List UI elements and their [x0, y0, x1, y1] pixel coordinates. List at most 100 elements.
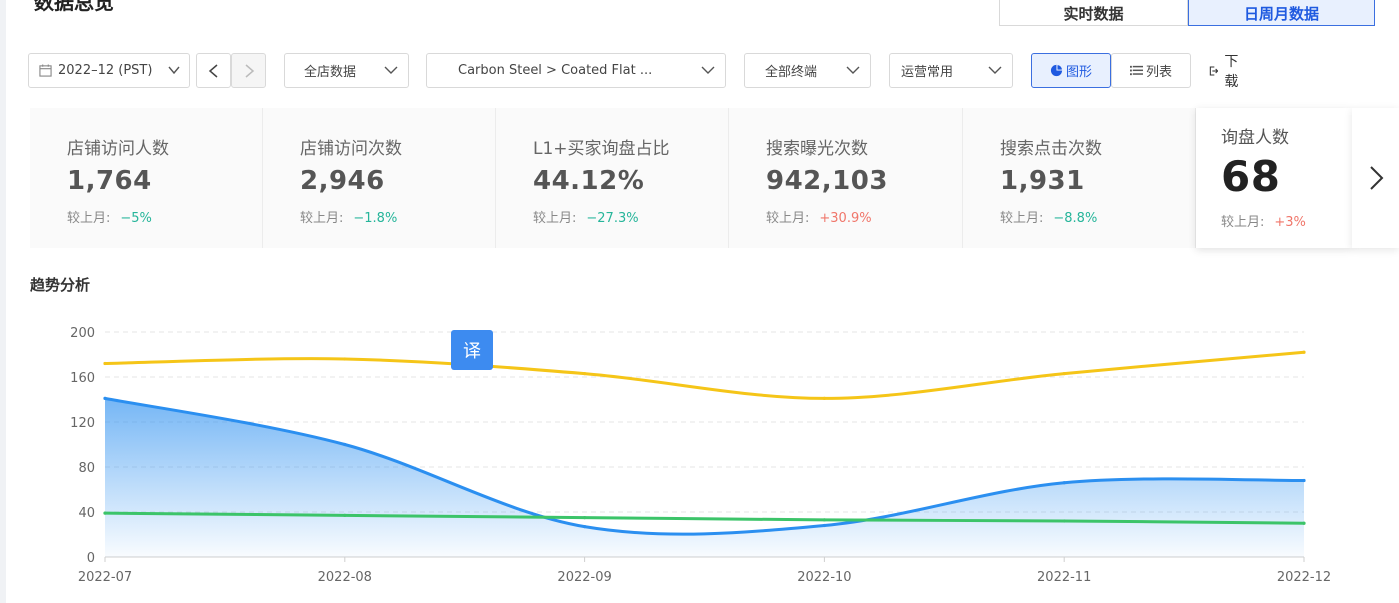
data-point-2-3: [822, 518, 827, 522]
data-point-0-1: [343, 357, 347, 361]
chevron-down-icon: [846, 66, 860, 74]
data-point-0-4: [1062, 372, 1066, 376]
kpi-value: 942,103: [766, 166, 888, 196]
pie-chart-icon: [1050, 64, 1063, 77]
date-value: 2022–12 (PST): [58, 63, 153, 78]
y-tick-label: 40: [78, 506, 95, 521]
category-filter-select[interactable]: Carbon Steel > Coated Flat ...: [426, 53, 726, 88]
x-tick-label: 2022-11: [1037, 570, 1091, 585]
kpi-change: −1.8%: [353, 211, 398, 226]
calendar-icon: [39, 64, 52, 77]
data-point-2-2: [583, 516, 587, 520]
kpi-compare: 较上月: −1.8%: [300, 211, 398, 226]
y-tick-label: 200: [70, 326, 95, 341]
kpi-label: L1+买家询盘占比: [533, 139, 670, 159]
x-tick-label: 2022-08: [318, 570, 372, 585]
trend-chart: 0 40 80 120 160 200 2022-07 2022-08 2022-09 2022-…: [0, 300, 1399, 603]
tab-realtime[interactable]: 实时数据: [999, 0, 1188, 26]
terminal-filter-value: 全部终端: [765, 65, 818, 80]
y-tick-label: 0: [87, 551, 95, 566]
kpi-change: −8.8%: [1053, 211, 1098, 226]
data-point-2-4: [1062, 519, 1066, 523]
kpi-label: 店铺访问次数: [300, 139, 402, 159]
kpi-card-search-clicks[interactable]: 搜索点击次数 1,931 较上月: −8.8%: [963, 108, 1196, 248]
kpi-card-search-impressions[interactable]: 搜索曝光次数 942,103 较上月: +30.9%: [729, 108, 963, 248]
view-chart-label: 图形: [1065, 65, 1092, 80]
store-filter-value: 全店数据: [304, 65, 357, 80]
chevron-down-icon: [168, 66, 180, 75]
view-list-label: 列表: [1145, 65, 1172, 80]
translate-button[interactable]: 译: [451, 330, 493, 370]
data-point-1-5: [1302, 478, 1306, 483]
x-tick-label: 2022-07: [78, 570, 132, 585]
data-point-1-2: [583, 525, 587, 529]
next-period-button[interactable]: [231, 53, 266, 88]
kpi-label: 搜索点击次数: [1000, 139, 1102, 159]
kpi-row: 店铺访问人数 1,764 较上月: −5% 店铺访问次数 2,946 较上月: −1…: [30, 108, 1399, 248]
kpi-compare: 较上月: +3%: [1221, 215, 1306, 230]
data-point-2-0: [103, 511, 107, 515]
chevron-left-icon: [208, 63, 217, 78]
chevron-down-icon: [384, 66, 398, 74]
mode-tabs: 实时数据 日周月数据: [999, 0, 1375, 26]
kpi-compare: 较上月: +30.9%: [766, 211, 872, 226]
trend-section-title: 趋势分析: [30, 276, 91, 294]
chevron-right-icon: [1369, 166, 1383, 190]
kpi-card-store-visits[interactable]: 店铺访问次数 2,946 较上月: −1.8%: [263, 108, 496, 248]
chevron-down-icon: [988, 66, 1002, 74]
trend-chart-svg: 0 40 80 120 160 200 2022-07 2022-08 2022-09 2022-…: [70, 326, 1331, 585]
kpi-value: 68: [1221, 152, 1281, 201]
kpi-change: −27.3%: [586, 211, 639, 226]
series-line-0: [103, 350, 1306, 400]
y-tick-label: 80: [78, 461, 95, 476]
tab-daily-weekly-monthly[interactable]: 日周月数据: [1188, 0, 1375, 26]
date-picker[interactable]: 2022–12 (PST): [28, 53, 190, 88]
metric-group-value: 运营常用: [901, 65, 954, 80]
kpi-label: 店铺访问人数: [67, 139, 169, 159]
kpi-compare: 较上月: −27.3%: [533, 211, 639, 226]
y-tick-label: 120: [70, 416, 95, 431]
list-icon: [1129, 65, 1143, 76]
data-point-1-4: [1062, 481, 1066, 485]
kpi-next-button[interactable]: [1352, 108, 1399, 248]
download-button[interactable]: 下载: [1209, 53, 1243, 90]
chevron-down-icon: [701, 66, 715, 74]
kpi-card-l1-inquiry-ratio[interactable]: L1+买家询盘占比 44.12% 较上月: −27.3%: [496, 108, 729, 248]
store-filter-select[interactable]: 全店数据: [284, 53, 409, 88]
data-point-2-1: [343, 513, 347, 517]
x-tick-label: 2022-09: [557, 570, 611, 585]
view-list-button[interactable]: 列表: [1111, 53, 1191, 88]
data-point-0-2: [583, 372, 587, 376]
kpi-value: 1,931: [1000, 166, 1085, 196]
x-tick-label: 2022-10: [797, 570, 851, 585]
download-label: 下载: [1224, 53, 1239, 90]
x-tick-label: 2022-12: [1277, 570, 1331, 585]
data-point-1-3: [822, 523, 827, 528]
data-point-1-0: [103, 396, 107, 400]
kpi-label: 搜索曝光次数: [766, 139, 868, 159]
kpi-change: +3%: [1274, 215, 1306, 230]
kpi-card-store-visitors[interactable]: 店铺访问人数 1,764 较上月: −5%: [30, 108, 263, 248]
export-icon: [1209, 65, 1219, 76]
kpi-value: 44.12%: [533, 166, 645, 196]
kpi-label: 询盘人数: [1221, 128, 1289, 148]
view-chart-button[interactable]: 图形: [1031, 53, 1111, 88]
kpi-value: 1,764: [67, 166, 152, 196]
kpi-value: 2,946: [300, 166, 385, 196]
kpi-compare: 较上月: −8.8%: [1000, 211, 1098, 226]
kpi-compare: 较上月: −5%: [67, 211, 152, 226]
kpi-card-inquirers[interactable]: 询盘人数 68 较上月: +3%: [1196, 108, 1352, 248]
prev-period-button[interactable]: [196, 53, 231, 88]
data-point-1-1: [343, 442, 347, 447]
kpi-change: −5%: [120, 211, 152, 226]
terminal-filter-select[interactable]: 全部终端: [744, 53, 871, 88]
metric-group-select[interactable]: 运营常用: [889, 53, 1013, 88]
page-title: 数据总览: [34, 0, 114, 14]
data-point-0-5: [1302, 350, 1306, 354]
data-point-0-3: [822, 396, 827, 400]
y-tick-label: 160: [70, 371, 95, 386]
kpi-change: +30.9%: [819, 211, 872, 226]
chevron-right-icon: [245, 63, 254, 78]
data-point-0-0: [103, 361, 107, 366]
data-point-2-5: [1302, 521, 1306, 525]
